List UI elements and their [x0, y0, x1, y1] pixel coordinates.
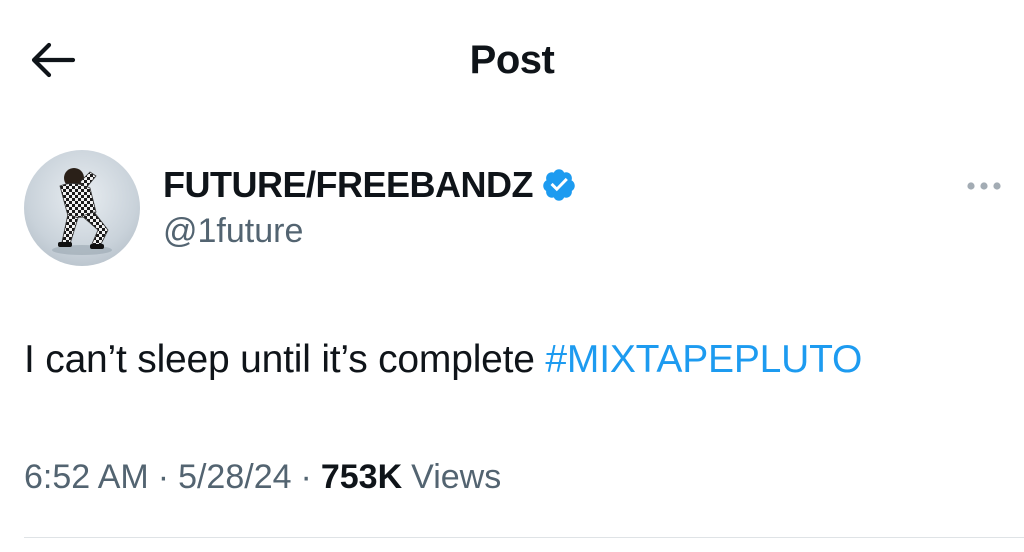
views-count[interactable]: 753K [321, 458, 402, 497]
post-time[interactable]: 6:52 AM [24, 458, 149, 497]
more-options-button[interactable] [960, 168, 1008, 204]
author-name-row[interactable]: FUTURE/FREEBANDZ [163, 164, 577, 206]
meta-separator: · [157, 458, 170, 496]
more-horizontal-icon [967, 182, 1001, 190]
views-label: Views [411, 458, 502, 496]
divider [24, 537, 1024, 538]
page-title: Post [469, 38, 555, 82]
post-date[interactable]: 5/28/24 [178, 458, 291, 497]
post-meta: 6:52 AM · 5/28/24 · 753K Views [24, 458, 501, 497]
user-avatar-image [52, 168, 112, 255]
post-text: I can’t sleep until it’s complete #MIXTA… [24, 334, 862, 386]
author-handle[interactable]: @1future [163, 212, 303, 251]
avatar[interactable] [24, 150, 140, 266]
post-detail-page: Post FUTURE/FREEBANDZ @1future I can’t s… [0, 0, 1024, 552]
hashtag-link[interactable]: #MIXTAPEPLUTO [545, 338, 862, 381]
post-body-text: I can’t sleep until it’s complete [24, 338, 535, 381]
author-display-name: FUTURE/FREEBANDZ [163, 164, 533, 205]
verified-badge-icon [543, 169, 575, 201]
meta-separator: · [300, 458, 312, 496]
